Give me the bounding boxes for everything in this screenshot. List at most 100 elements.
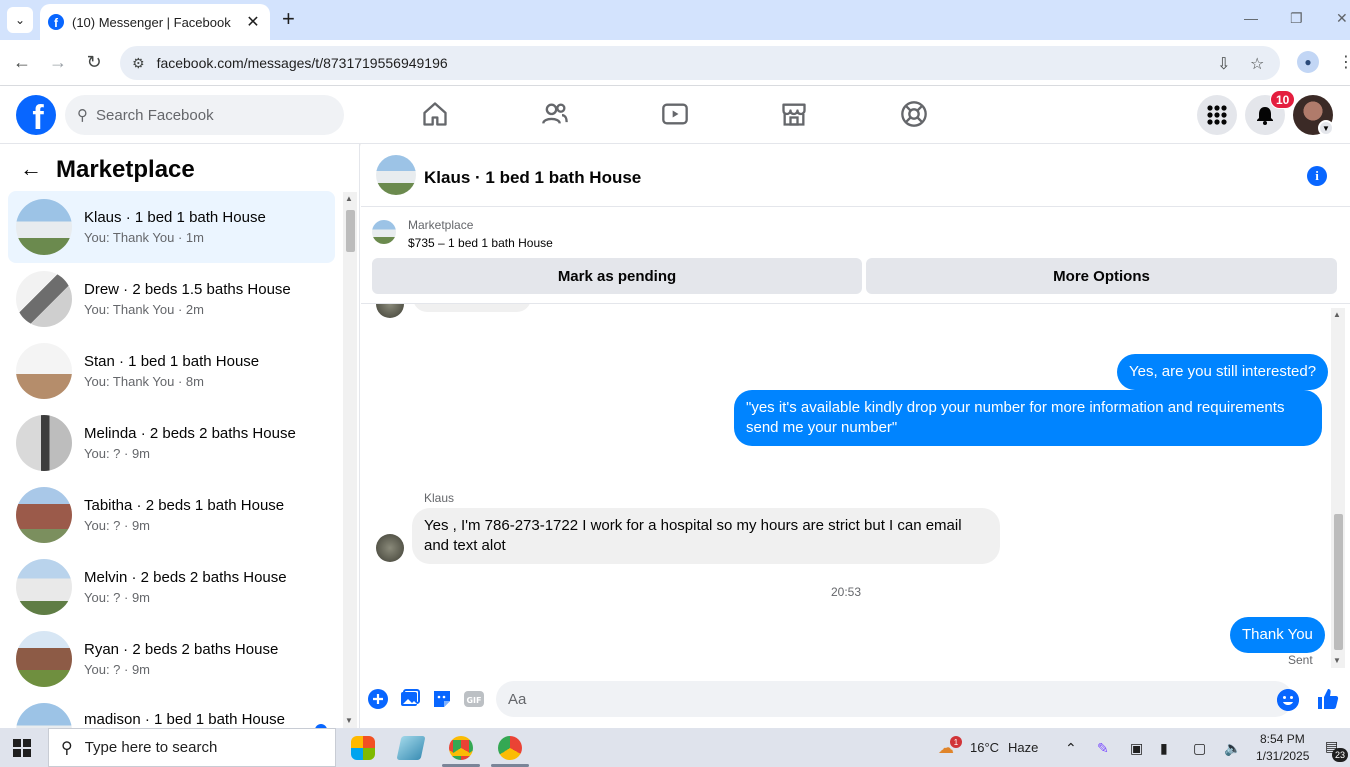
emoji-icon[interactable] [1277,689,1299,711]
conversation-name: madison · 1 bed 1 bath House [84,711,285,728]
scroll-down-icon[interactable]: ▼ [1333,656,1341,665]
scroll-up-icon[interactable]: ▲ [1333,310,1341,319]
conversation-name: Klaus · 1 bed 1 bath House [84,209,266,226]
file-explorer-app-icon[interactable] [396,736,426,760]
notification-badge: 10 [1270,90,1296,109]
minimize-icon[interactable]: — [1244,10,1258,26]
browser-menu-icon[interactable]: ⋮ [1338,52,1350,72]
network-icon[interactable]: ▢ [1193,740,1206,757]
scrollbar-thumb[interactable] [346,210,355,252]
scroll-down-icon[interactable]: ▼ [345,716,353,725]
volume-icon[interactable]: 🔈 [1224,740,1241,757]
chat-panel: Klaus · 1 bed 1 bath House i Marketplace… [361,144,1350,728]
site-settings-icon[interactable]: ⚙ [132,55,145,72]
windows-taskbar: ⚲ ☁ 1 16°C Haze ⌃ ✎ ▣ ▮ ▢ 🔈 8:54 PM 1/31… [0,728,1350,767]
mark-as-pending-button[interactable]: Mark as pending [372,258,862,294]
scrollbar-thumb[interactable] [1334,514,1343,650]
address-bar[interactable]: ⚙ facebook.com/messages/t/87317195569491… [120,46,1280,80]
weather-condition[interactable]: Haze [1008,740,1038,755]
marketplace-chat-list: ← Marketplace Klaus · 1 bed 1 bath House… [0,144,360,728]
message-input-box[interactable] [496,681,1293,717]
gaming-icon[interactable] [900,100,928,128]
conversation-name: Tabitha · 2 beds 1 bath House [84,497,285,514]
chat-list-scrollbar[interactable]: ▲ ▼ [343,192,357,728]
chat-avatar[interactable] [376,155,416,195]
facebook-search-box[interactable]: ⚲ [65,95,344,135]
back-arrow-icon[interactable]: ← [20,158,42,180]
info-icon[interactable]: i [1307,166,1327,186]
listing-price-title[interactable]: $735 – 1 bed 1 bath House [408,236,553,250]
thumbs-up-icon[interactable] [1316,687,1340,711]
show-hidden-icons-icon[interactable]: ⌃ [1065,740,1077,757]
svg-text:GIF: GIF [466,696,481,705]
photo-icon[interactable] [399,688,421,710]
sticker-icon[interactable] [431,688,453,710]
restore-icon[interactable]: ❐ [1290,10,1303,27]
chat-scrollbar[interactable]: ▲ ▼ [1331,308,1345,668]
conversation-name: Drew · 2 beds 1.5 baths House [84,281,291,298]
facebook-search-input[interactable] [96,106,316,124]
clock-date[interactable]: 1/31/2025 [1256,749,1309,763]
panel-title: Marketplace [56,156,195,183]
chat-title[interactable]: Klaus · 1 bed 1 bath House [424,168,641,188]
message-timestamp: 20:53 [831,585,862,599]
browser-tab-messenger[interactable]: f (10) Messenger | Facebook ✕ [40,4,270,40]
conversation-item-madison[interactable]: madison · 1 bed 1 bath House [8,695,335,728]
scroll-up-icon[interactable]: ▲ [345,194,353,203]
listing-thumbnail [16,199,72,255]
forward-arrow-icon[interactable]: → [48,52,68,72]
conversation-item-klaus[interactable]: Klaus · 1 bed 1 bath House You: Thank Yo… [8,191,335,263]
tab-close-icon[interactable]: ✕ [244,12,262,32]
grid-icon [1207,105,1227,125]
plus-circle-icon[interactable] [367,688,389,710]
taskbar-search-box[interactable]: ⚲ [48,728,336,767]
clock-time[interactable]: 8:54 PM [1260,732,1305,746]
browser-toolbar: ← → ↻ ⚙ facebook.com/messages/t/87317195… [0,40,1350,86]
more-options-button[interactable]: More Options [866,258,1337,294]
pen-icon[interactable]: ✎ [1097,740,1109,757]
install-app-icon[interactable]: ⇩ [1217,54,1230,74]
chrome-app-icon[interactable] [449,736,473,760]
windows-start-icon[interactable] [13,739,31,757]
conversation-preview: You: Thank You · 1m [84,230,204,245]
browser-tabstrip: ⌄ f (10) Messenger | Facebook ✕ + — ❐ ✕ [0,0,1350,40]
marketplace-icon[interactable] [780,100,808,128]
search-icon: ⚲ [77,107,88,124]
meet-now-icon[interactable]: ▣ [1130,740,1143,757]
conversation-item-melinda[interactable]: Melinda · 2 beds 2 baths House You: ? · … [8,407,335,479]
tab-title: (10) Messenger | Facebook [72,14,231,30]
weather-temperature[interactable]: 16°C [970,740,999,755]
back-arrow-icon[interactable]: ← [12,52,32,72]
url-text: facebook.com/messages/t/8731719556949196 [156,55,448,71]
tab-search-dropdown[interactable]: ⌄ [7,7,33,33]
home-icon[interactable] [421,100,449,128]
new-tab-button[interactable]: + [282,8,295,30]
conversation-item-stan[interactable]: Stan · 1 bed 1 bath House You: Thank You… [8,335,335,407]
gif-icon[interactable]: GIF [463,688,485,710]
browser-profile-icon[interactable]: ● [1297,51,1319,73]
conversation-item-drew[interactable]: Drew · 2 beds 1.5 baths House You: Thank… [8,263,335,335]
menu-grid-button[interactable] [1197,95,1237,135]
reload-icon[interactable]: ↻ [84,52,104,72]
copilot-app-icon[interactable] [351,736,375,760]
facebook-logo-icon[interactable]: f [16,95,56,135]
conversation-item-melvin[interactable]: Melvin · 2 beds 2 baths House You: ? · 9… [8,551,335,623]
listing-thumbnail [16,343,72,399]
conversation-preview: You: ? · 9m [84,662,151,677]
video-icon[interactable] [661,100,689,128]
previous-message-bubble [413,304,531,312]
battery-icon[interactable]: ▮ [1160,740,1168,757]
conversation-item-ryan[interactable]: Ryan · 2 beds 2 baths House You: ? · 9m [8,623,335,695]
listing-thumbnail[interactable] [372,220,396,244]
chrome-app-icon-2[interactable] [498,736,522,760]
friends-icon[interactable] [541,100,569,128]
account-chevron-icon[interactable]: ▼ [1318,120,1334,136]
message-input[interactable] [508,690,1248,708]
conversation-name: Ryan · 2 beds 2 baths House [84,641,279,658]
conversation-name: Melinda · 2 beds 2 baths House [84,425,296,442]
conversation-item-tabitha[interactable]: Tabitha · 2 beds 1 bath House You: ? · 9… [8,479,335,551]
taskbar-search-input[interactable] [84,739,305,756]
window-close-icon[interactable]: ✕ [1336,10,1348,27]
bookmark-star-icon[interactable]: ☆ [1250,54,1264,74]
listing-thumbnail [16,487,72,543]
